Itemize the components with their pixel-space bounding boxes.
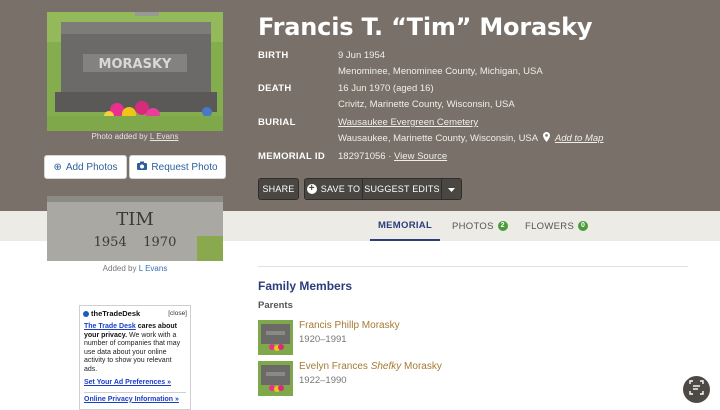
headstone-text: MORASKY (99, 57, 172, 72)
memorial-id-row: 182971056 · View Source (338, 151, 447, 162)
suggest-edits-label: SUGGEST EDITS (364, 184, 440, 194)
caret-down-icon (448, 184, 455, 194)
floating-scan-button[interactable] (683, 376, 710, 403)
member-maiden-name: Shefky (370, 361, 402, 372)
member-years: 1920–1991 (299, 334, 347, 345)
add-to-map-link[interactable]: Add to Map (555, 133, 604, 144)
family-members-title: Family Members (258, 279, 353, 293)
memorial-id: 182971056 (338, 151, 386, 162)
memorial-id-label: MEMORIAL ID (258, 151, 325, 162)
tim-photo-caption: Added by L Evans (47, 264, 223, 273)
stone-name-text: TIM (116, 209, 154, 230)
headstone-photo[interactable]: MORASKY (47, 12, 223, 131)
photo-added-by-link[interactable]: L Evans (150, 132, 179, 141)
ad-brand-link[interactable]: The Trade Desk (84, 323, 136, 330)
tab-memorial-label: MEMORIAL (377, 219, 433, 231)
share-label: SHARE (262, 184, 295, 194)
tim-added-by-link[interactable]: L Evans (139, 264, 168, 273)
member-link[interactable]: Francis Phillp Morasky (299, 320, 400, 331)
ad-logo-icon (83, 310, 89, 317)
member-last-name: Morasky (401, 361, 442, 372)
parents-label: Parents (258, 300, 293, 311)
death-place: Crivitz, Marinette County, Wisconsin, US… (338, 99, 515, 110)
tim-stone-photo[interactable]: TIM 1954 1970 (47, 196, 223, 261)
save-to-label: SAVE TO (320, 184, 361, 194)
tab-memorial[interactable]: MEMORIAL (370, 211, 440, 241)
photos-count-badge: 2 (497, 221, 508, 231)
save-to-button[interactable]: + SAVE TO (304, 178, 363, 200)
member-thumbnail[interactable] (258, 361, 293, 396)
ad-body: The Trade Desk cares about your privacy.… (80, 321, 190, 376)
burial-label: BURIAL (258, 117, 296, 128)
ad-privacy-notice: theTradeDesk [close] The Trade Desk care… (79, 305, 191, 410)
burial-cemetery-wrap: Wausaukee Evergreen Cemetery (338, 117, 478, 128)
member-link[interactable]: Evelyn Frances Shefky Morasky (299, 361, 442, 372)
add-photos-label: Add Photos (65, 161, 118, 173)
member-thumbnail[interactable] (258, 320, 293, 355)
view-source-link[interactable]: View Source (394, 151, 447, 162)
birth-date: 9 Jun 1954 (338, 50, 386, 61)
death-label: DEATH (258, 83, 292, 94)
ad-brand-logo: theTradeDesk (83, 309, 140, 318)
more-options-button[interactable] (442, 178, 462, 200)
section-divider (258, 266, 688, 267)
camera-icon (137, 161, 148, 173)
death-date: 16 Jun 1970 (aged 16) (338, 83, 434, 94)
ad-preferences-link[interactable]: Set Your Ad Preferences » (80, 376, 190, 388)
plus-circle-icon: ⊕ (53, 161, 62, 173)
suggest-edits-button[interactable]: SUGGEST EDITS (363, 178, 442, 200)
burial-cemetery-link[interactable]: Wausaukee Evergreen Cemetery (338, 117, 478, 128)
ad-brand: theTradeDesk (91, 309, 141, 318)
request-photo-button[interactable]: Request Photo (129, 155, 226, 179)
id-separator: · (385, 151, 395, 162)
ad-close-button[interactable]: [close] (168, 310, 187, 317)
photo-caption: Photo added by L Evans (47, 132, 223, 141)
memorial-name: Francis T. “Tim” Morasky (258, 13, 593, 41)
tab-photos-label: PHOTOS (452, 220, 494, 232)
member-years: 1922–1990 (299, 375, 347, 386)
share-button[interactable]: SHARE (258, 178, 299, 200)
tab-flowers-label: FLOWERS (525, 220, 575, 232)
stone-years-text: 1954 1970 (94, 235, 177, 250)
tab-flowers[interactable]: FLOWERS 0 (525, 211, 589, 241)
tab-photos[interactable]: PHOTOS 2 (452, 211, 508, 241)
scan-icon (689, 379, 704, 400)
request-photo-label: Request Photo (151, 161, 218, 173)
add-photos-button[interactable]: ⊕ Add Photos (44, 155, 127, 179)
burial-place: Wausaukee, Marinette County, Wisconsin, … (338, 133, 538, 144)
birth-label: BIRTH (258, 50, 289, 61)
ad-header: theTradeDesk [close] (80, 306, 190, 321)
tim-caption-prefix: Added by (102, 264, 139, 273)
birth-place: Menominee, Menominee County, Michigan, U… (338, 66, 543, 77)
ad-privacy-link[interactable]: Online Privacy Information » (80, 393, 190, 405)
member-name: Francis Phillp Morasky (299, 320, 400, 331)
photo-caption-prefix: Photo added by (91, 132, 150, 141)
burial-place-row: Wausaukee, Marinette County, Wisconsin, … (338, 132, 603, 145)
map-pin-icon (543, 132, 551, 145)
plus-icon: + (306, 183, 317, 194)
member-first-name: Evelyn Frances (299, 361, 371, 372)
flowers-count-badge: 0 (578, 221, 589, 231)
